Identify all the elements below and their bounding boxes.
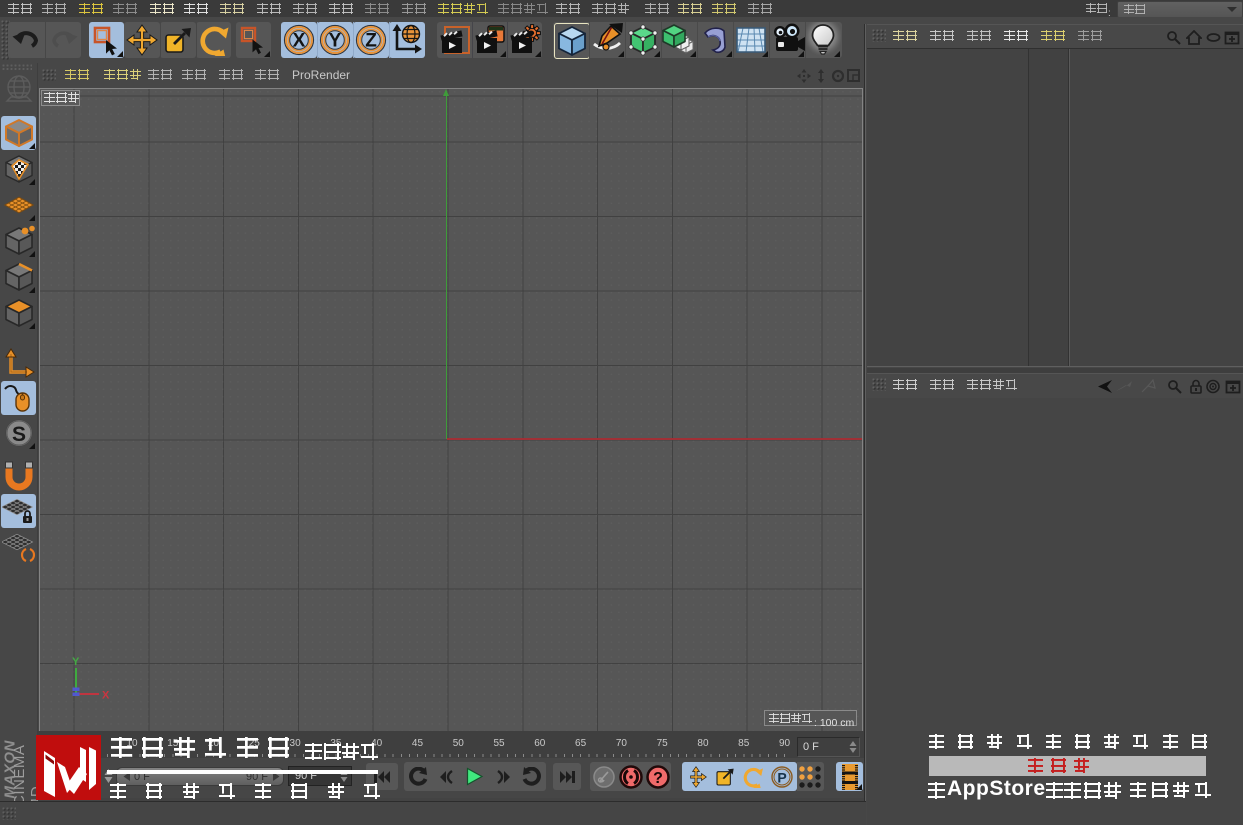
svg-text:X: X — [102, 690, 110, 702]
svg-text:Y: Y — [72, 656, 80, 668]
svg-text:X: X — [293, 31, 306, 52]
svg-text:Y: Y — [329, 31, 342, 52]
svg-text:?: ? — [653, 770, 663, 787]
svg-text:Z: Z — [365, 31, 377, 52]
svg-text:P: P — [777, 769, 786, 785]
svg-text:S: S — [11, 423, 25, 446]
